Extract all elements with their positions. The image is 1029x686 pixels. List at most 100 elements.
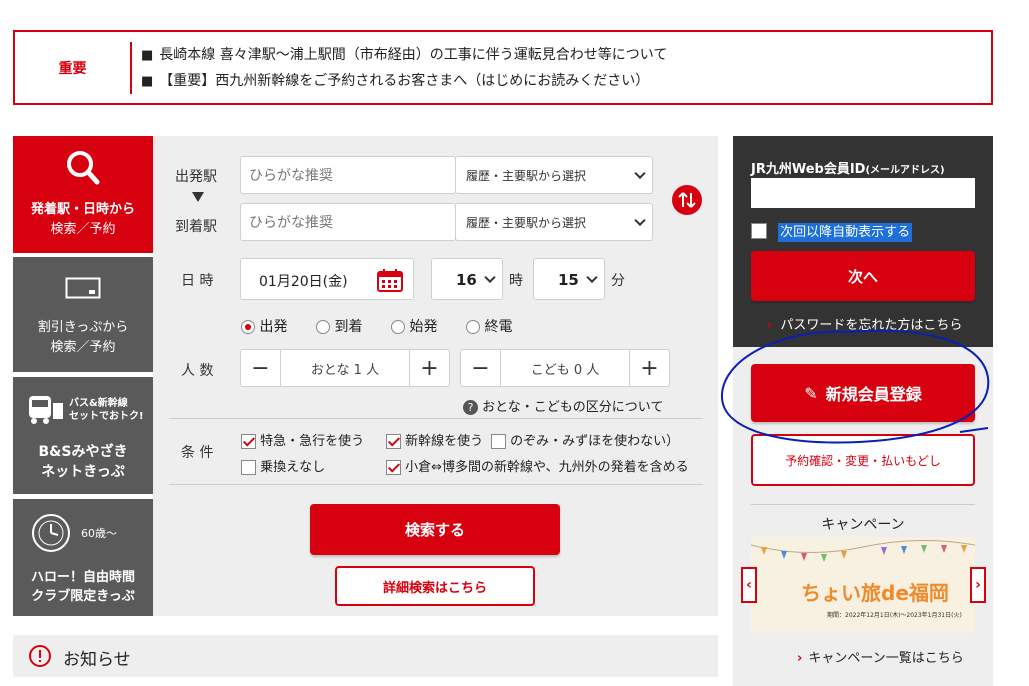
minute-select[interactable]: 15 [533, 258, 605, 300]
radio-unchecked [316, 320, 330, 334]
ticket-icon [65, 277, 101, 299]
child-minus-button[interactable]: − [461, 350, 501, 386]
campaign-list-link[interactable]: › キャンペーン一覧はこちら [797, 647, 964, 666]
adult-stepper: − おとな 1 人 + [240, 349, 450, 387]
campaign-period: 期間：2022年12月1日(木)～2023年1月31日(火) [827, 612, 962, 619]
departure-station-select[interactable]: 履歴・主要駅から選択 [455, 156, 653, 194]
campaign-banner-text: ちょい旅de福岡 [801, 581, 949, 605]
bunting-decoration [751, 539, 975, 562]
child-stepper: − こども 0 人 + [460, 349, 670, 387]
minute-unit: 分 [611, 273, 625, 289]
member-id-label: JR九州Web会員ID(メールアドレス) [751, 162, 945, 177]
tab-line1: 発着駅・日時から [30, 202, 135, 217]
search-form: 出発駅 到着駅 ひらがな推奨 履歴・主要駅から選択 ひらがな推奨 履歴・主要駅か… [153, 136, 718, 616]
departure-station-input[interactable]: ひらがな推奨 [240, 156, 456, 194]
tab-line2: 検索／予約 [50, 222, 116, 237]
date-picker[interactable]: 01月20日(金) [240, 258, 414, 300]
radio-arrival[interactable]: 到着 [316, 316, 362, 336]
important-notice: 重要 ■ 長崎本線 喜々津駅～浦上駅間（市布経由）の工事に伴う運転見合わせ等につい… [13, 30, 993, 105]
calendar-icon [377, 269, 403, 292]
date-value: 01月20日(金) [259, 274, 348, 290]
adult-plus-button[interactable]: + [409, 350, 449, 386]
arrival-label: 到着駅 [175, 219, 217, 235]
chevron-left-icon: ‹ [746, 577, 752, 593]
checkbox-kokura-hakata[interactable]: 小倉⇔博多間の新幹線や、九州外の発着を含める [386, 456, 689, 475]
down-arrow-icon [192, 192, 204, 202]
checkbox-unchecked [241, 460, 256, 475]
checkbox-no-nozomi[interactable]: のぞみ・みずほを使わない） [491, 430, 679, 449]
age-category-help-link[interactable]: ? おとな・こどもの区分について [463, 396, 663, 415]
divider [169, 418, 703, 419]
notice-link-2[interactable]: ■ 【重要】西九州新幹線をご予約されるお客さまへ（はじめにお読みください） [141, 70, 649, 90]
datetime-label: 日 時 [181, 273, 214, 289]
chevron-down-icon [484, 271, 496, 284]
child-count: こども 0 人 [530, 362, 600, 378]
chevron-right-icon: › [975, 577, 981, 593]
news-section: お知らせ [13, 635, 718, 677]
tab-hello-free-time[interactable]: 60歳～ ハロー！自由時間 クラブ限定きっぷ [13, 499, 153, 616]
checkbox-checked [386, 460, 401, 475]
conditions-label: 条 件 [181, 445, 214, 461]
member-id-input[interactable] [751, 178, 975, 208]
radio-last-train[interactable]: 終電 [466, 316, 512, 336]
search-icon [67, 151, 100, 185]
radio-unchecked [466, 320, 480, 334]
tab-line2: ネットきっぷ [41, 464, 125, 480]
tab-line1: 割引きっぷから [37, 320, 129, 335]
campaign-title: キャンペーン [821, 517, 905, 533]
radio-unchecked [391, 320, 405, 334]
notice-divider [130, 42, 132, 94]
chevron-right-icon: › [767, 318, 773, 333]
next-button[interactable]: 次へ [751, 251, 975, 301]
chevron-down-icon [634, 214, 646, 227]
question-icon: ? [463, 400, 478, 415]
clock-logo-icon [32, 514, 70, 552]
radio-departure[interactable]: 出発 [241, 316, 287, 336]
auto-display-checkbox[interactable]: 次回以降自動表示する [751, 220, 913, 242]
tab-bs-miyazaki[interactable]: バス&新幹線 セットでおトク! B&Sみやざき ネットきっぷ [13, 377, 153, 494]
forgot-password-link[interactable]: › パスワードを忘れた方はこちら [767, 314, 962, 333]
tab-badge: バス&新幹線 セットでおトク! [69, 398, 144, 422]
tab-badge: 60歳～ [81, 527, 117, 540]
notice-label: 重要 [58, 60, 87, 77]
reservation-manage-button[interactable]: 予約確認・変更・払いもどし [751, 434, 975, 486]
checkbox-checked [241, 434, 256, 449]
checkbox-unchecked [751, 222, 767, 239]
member-actions-panel: ✎ 新規会員登録 予約確認・変更・払いもどし キャンペーン ちょい旅de福岡 期間… [733, 347, 993, 686]
adult-count: おとな 1 人 [310, 362, 380, 378]
arrival-station-select[interactable]: 履歴・主要駅から選択 [455, 203, 653, 241]
checkbox-no-transfer[interactable]: 乗換えなし [241, 456, 325, 475]
carousel-prev-button[interactable]: ‹ [741, 567, 757, 603]
checkbox-shinkansen[interactable]: 新幹線を使う（ [386, 430, 496, 449]
swap-stations-button[interactable] [672, 185, 702, 215]
people-label: 人 数 [181, 363, 214, 379]
campaign-banner[interactable]: ちょい旅de福岡 期間：2022年12月1日(木)～2023年1月31日(火) [751, 537, 975, 633]
notice-link-1[interactable]: ■ 長崎本線 喜々津駅～浦上駅間（市布経由）の工事に伴う運転見合わせ等について [141, 44, 667, 64]
tab-line2: 検索／予約 [50, 340, 116, 355]
tab-line1: ハロー！自由時間 [30, 570, 135, 585]
bullet-icon: ■ [141, 74, 154, 89]
hour-select[interactable]: 16 [431, 258, 503, 300]
arrival-station-input[interactable]: ひらがな推奨 [240, 203, 456, 241]
search-button[interactable]: 検索する [310, 504, 560, 555]
register-member-button[interactable]: ✎ 新規会員登録 [751, 364, 975, 422]
bullet-icon: ■ [141, 48, 154, 63]
hour-unit: 時 [509, 273, 523, 289]
news-title: お知らせ [63, 650, 131, 670]
tab-discount-ticket-search[interactable]: 割引きっぷから 検索／予約 [13, 257, 153, 372]
pencil-icon: ✎ [804, 383, 818, 403]
radio-checked [241, 320, 255, 334]
chevron-down-icon [634, 167, 646, 180]
chevron-down-icon [586, 271, 598, 284]
tab-station-datetime-search[interactable]: 発着駅・日時から 検索／予約 [13, 136, 153, 253]
radio-first-train[interactable]: 始発 [391, 316, 437, 336]
carousel-next-button[interactable]: › [970, 567, 986, 603]
adult-minus-button[interactable]: − [241, 350, 281, 386]
detail-search-button[interactable]: 詳細検索はこちら [335, 566, 535, 606]
departure-label: 出発駅 [175, 169, 217, 185]
tab-line2: クラブ限定きっぷ [31, 589, 135, 604]
checkbox-express[interactable]: 特急・急行を使う [241, 430, 364, 449]
checkbox-unchecked [491, 434, 506, 449]
divider [169, 484, 703, 485]
child-plus-button[interactable]: + [629, 350, 669, 386]
